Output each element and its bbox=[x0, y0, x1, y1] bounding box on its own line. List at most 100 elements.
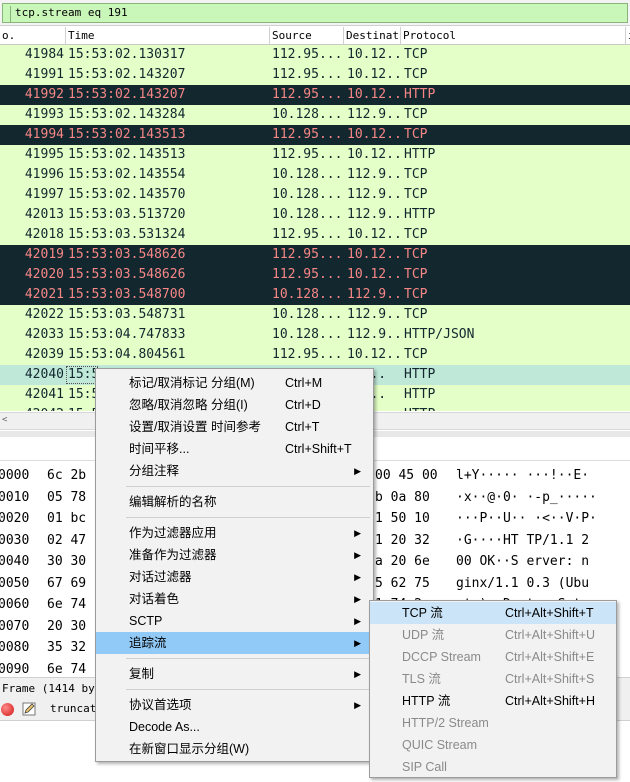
packet-source-cell: 112.95... bbox=[272, 227, 342, 242]
focus-outline bbox=[66, 366, 98, 384]
packet-row[interactable]: 41991 15:53:02.143207 112.95... 10.12...TCP bbox=[0, 65, 630, 85]
packet-source-cell: 112.95... bbox=[272, 127, 342, 142]
follow-stream-item: DCCP Stream Ctrl+Alt+Shift+E bbox=[370, 646, 616, 668]
menu-item-label: 复制 bbox=[129, 667, 155, 681]
submenu-item-label: HTTP/2 Stream bbox=[402, 716, 489, 730]
packet-time-cell: 15:53:03.548626 bbox=[68, 267, 186, 282]
packet-source-cell: 10.128... bbox=[272, 187, 342, 202]
packet-source-cell: 10.128... bbox=[272, 167, 342, 182]
hex-bytes-left: 35 32 bbox=[47, 640, 87, 655]
submenu-item-shortcut: Ctrl+Alt+Shift+T bbox=[505, 606, 594, 620]
menu-item-label: 准备作为过滤器 bbox=[129, 548, 217, 562]
packet-number-cell: 41997 bbox=[24, 187, 64, 202]
submenu-arrow-icon: ▶ bbox=[354, 466, 361, 476]
submenu-item-label: HTTP 流 bbox=[402, 694, 451, 708]
expert-info-icon[interactable] bbox=[1, 703, 14, 716]
packet-context-menu: 标记/取消标记 分组(M) Ctrl+M 忽略/取消忽略 分组(I) Ctrl+D 设置… bbox=[95, 368, 374, 762]
hex-offset: 0030 bbox=[0, 532, 30, 548]
packet-time-cell: 15:53:02.130317 bbox=[68, 47, 186, 62]
packet-source-cell: 112.95... bbox=[272, 47, 342, 62]
packet-time-cell: 15:53:02.143513 bbox=[68, 127, 186, 142]
packet-time-cell: 15:53:02.143207 bbox=[68, 87, 186, 102]
context-menu-item[interactable]: 忽略/取消忽略 分组(I) Ctrl+D bbox=[96, 394, 373, 416]
packet-row[interactable]: 41992 15:53:02.143207 112.95... 10.12...HTT… bbox=[0, 85, 630, 105]
packet-protocol-cell: TCP bbox=[404, 67, 428, 82]
submenu-item-shortcut: Ctrl+Alt+Shift+U bbox=[505, 628, 595, 642]
column-header-more[interactable]: i bbox=[626, 27, 630, 45]
display-filter-toolbar: tcp.stream eq 191 bbox=[0, 0, 630, 26]
follow-stream-item[interactable]: TCP 流 Ctrl+Alt+Shift+T bbox=[370, 602, 616, 624]
packet-row[interactable]: 41996 15:53:02.143554 10.128... 112.9...TCP bbox=[0, 165, 630, 185]
packet-row[interactable]: 41995 15:53:02.143513 112.95... 10.12...HTT… bbox=[0, 145, 630, 165]
menu-item-shortcut: Ctrl+M bbox=[285, 376, 323, 390]
submenu-arrow-icon: ▶ bbox=[354, 528, 361, 538]
menu-item-label: 协议首选项 bbox=[129, 698, 192, 712]
packet-number-cell: 42039 bbox=[24, 347, 64, 362]
submenu-item-label: DCCP Stream bbox=[402, 650, 481, 664]
context-menu-item[interactable]: 标记/取消标记 分组(M) Ctrl+M bbox=[96, 372, 373, 394]
packet-row[interactable]: 41984 15:53:02.130317 112.95... 10.12...TCP bbox=[0, 45, 630, 65]
packet-number-cell: 42013 bbox=[24, 207, 64, 222]
packet-protocol-cell: HTTP bbox=[404, 367, 436, 382]
packet-number-cell: 42020 bbox=[24, 267, 64, 282]
packet-row[interactable]: 42033 15:53:04.747833 10.128... 112.9...HTT… bbox=[0, 325, 630, 345]
packet-row[interactable]: 42019 15:53:03.548626 112.95... 10.12...TCP bbox=[0, 245, 630, 265]
hex-bytes-right: 1 20 32 bbox=[375, 532, 430, 548]
menu-item-label: 设置/取消设置 时间参考 bbox=[129, 420, 261, 434]
context-menu-item[interactable]: 复制 ▶ bbox=[96, 663, 373, 685]
packet-time-cell: 15:53:02.143554 bbox=[68, 167, 186, 182]
frame-tab-label[interactable]: Frame (1414 byte bbox=[2, 682, 108, 695]
context-menu-item[interactable]: 作为过滤器应用 ▶ bbox=[96, 522, 373, 544]
filter-bookmark-icon[interactable] bbox=[3, 6, 11, 22]
context-menu-item[interactable]: 协议首选项 ▶ bbox=[96, 694, 373, 716]
packet-row[interactable]: 41997 15:53:02.143570 10.128... 112.9...TCP bbox=[0, 185, 630, 205]
menu-item-label: 在新窗口显示分组(W) bbox=[129, 742, 250, 756]
context-menu-item[interactable]: 设置/取消设置 时间参考 Ctrl+T bbox=[96, 416, 373, 438]
context-menu-item[interactable]: 对话着色 ▶ bbox=[96, 588, 373, 610]
column-header-no[interactable]: o. bbox=[0, 27, 66, 45]
packet-number-cell: 41984 bbox=[24, 47, 64, 62]
display-filter-text: tcp.stream eq 191 bbox=[15, 6, 128, 19]
follow-stream-item: HTTP/2 Stream bbox=[370, 712, 616, 734]
context-menu-item[interactable]: 在新窗口显示分组(W) bbox=[96, 738, 373, 760]
context-menu-item[interactable]: Decode As... bbox=[96, 716, 373, 738]
hex-bytes-left: 67 69 bbox=[47, 575, 87, 591]
packet-number-cell: 41995 bbox=[24, 147, 64, 162]
packet-row[interactable]: 41993 15:53:02.143284 10.128... 112.9...TCP bbox=[0, 105, 630, 125]
menu-separator bbox=[126, 658, 370, 659]
context-menu-item[interactable]: 追踪流 ▶ bbox=[96, 632, 373, 654]
hex-ascii: ·G····HT TP/1.1 2 bbox=[456, 532, 590, 548]
context-menu-item[interactable]: 分组注释 ▶ bbox=[96, 460, 373, 482]
packet-destination-cell: 112.9... bbox=[347, 107, 401, 122]
packet-row[interactable]: 42022 15:53:03.548731 10.128... 112.9...TCP bbox=[0, 305, 630, 325]
capture-comment-icon[interactable] bbox=[22, 702, 36, 716]
packet-row[interactable]: 42020 15:53:03.548626 112.95... 10.12...TCP bbox=[0, 265, 630, 285]
hex-ascii: l+Y····· ···!··E· bbox=[456, 468, 590, 483]
scroll-left-icon[interactable]: < bbox=[2, 415, 7, 425]
hex-ascii: ·x··@·0· ·-p_····· bbox=[456, 489, 597, 505]
context-menu-item[interactable]: 编辑解析的名称 bbox=[96, 491, 373, 513]
context-menu-item[interactable]: 准备作为过滤器 ▶ bbox=[96, 544, 373, 566]
packet-row[interactable]: 42018 15:53:03.531324 112.95... 10.12...TCP bbox=[0, 225, 630, 245]
packet-list[interactable]: 4198415:53:02.130317112.95...10.12...TCP… bbox=[0, 45, 630, 411]
follow-stream-item[interactable]: HTTP 流 Ctrl+Alt+Shift+H bbox=[370, 690, 616, 712]
column-header-protocol[interactable]: Protocol bbox=[401, 27, 626, 45]
follow-stream-submenu: TCP 流 Ctrl+Alt+Shift+T UDP 流 Ctrl+Alt+Shift… bbox=[369, 600, 617, 778]
packet-row[interactable]: 42039 15:53:04.804561 112.95... 10.12...TCP bbox=[0, 345, 630, 365]
context-menu-item[interactable]: SCTP ▶ bbox=[96, 610, 373, 632]
packet-row[interactable]: 42021 15:53:03.548700 10.128... 112.9...TCP bbox=[0, 285, 630, 305]
submenu-item-label: TLS 流 bbox=[402, 672, 441, 686]
context-menu-item[interactable]: 对话过滤器 ▶ bbox=[96, 566, 373, 588]
packet-row[interactable]: 42013 15:53:03.513720 10.128... 112.9...HTT… bbox=[0, 205, 630, 225]
display-filter-input[interactable]: tcp.stream eq 191 bbox=[2, 3, 628, 23]
column-header-destination[interactable]: Destinat bbox=[344, 27, 401, 45]
submenu-arrow-icon: ▶ bbox=[354, 550, 361, 560]
context-menu-item[interactable]: 时间平移... Ctrl+Shift+T bbox=[96, 438, 373, 460]
packet-row[interactable]: 41994 15:53:02.143513 112.95... 10.12...TCP bbox=[0, 125, 630, 145]
packet-source-cell: 112.95... bbox=[272, 247, 342, 262]
column-header-source[interactable]: Source bbox=[270, 27, 344, 45]
submenu-arrow-icon: ▶ bbox=[354, 572, 361, 582]
packet-time-cell: 15:53:02.143207 bbox=[68, 67, 186, 82]
packet-number-cell: 41993 bbox=[24, 107, 64, 122]
column-header-time[interactable]: Time bbox=[66, 27, 270, 45]
